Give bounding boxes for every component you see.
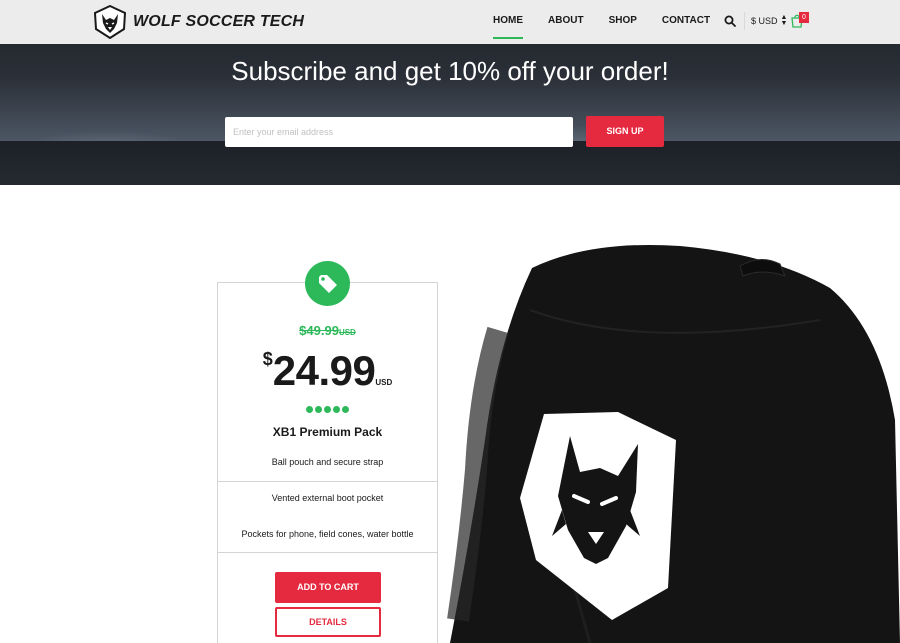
price-tag-icon <box>318 274 337 293</box>
price-currency: USD <box>375 378 393 387</box>
rating-dot-icon <box>306 406 313 413</box>
email-input[interactable] <box>225 117 573 147</box>
old-price-currency: USD <box>338 328 356 337</box>
pricing-card: $49.99USD $24.99USD XB1 Premium Pack Bal… <box>217 282 438 643</box>
rating-dots <box>218 400 437 418</box>
nav-shop[interactable]: SHOP <box>609 0 637 44</box>
wolf-logo-icon <box>93 5 127 39</box>
old-price-amount: $49.99 <box>299 323 339 338</box>
price-symbol: $ <box>262 349 273 369</box>
divider <box>218 481 437 482</box>
old-price: $49.99USD <box>218 323 437 338</box>
tag-badge <box>305 261 350 306</box>
currency-arrows-icon: ▲ ▼ <box>780 14 788 27</box>
current-price: $24.99USD <box>218 347 437 395</box>
nav-about[interactable]: ABOUT <box>548 0 584 44</box>
nav-home[interactable]: HOME <box>493 0 523 44</box>
rating-dot-icon <box>315 406 322 413</box>
brand-name: WOLF SOCCER TECH <box>133 13 305 30</box>
rating-dot-icon <box>342 406 349 413</box>
divider <box>218 552 437 553</box>
currency-label: $ USD <box>751 16 778 26</box>
page: WOLF SOCCER TECH HOME ABOUT SHOP CONTACT… <box>0 0 900 643</box>
site-header: WOLF SOCCER TECH HOME ABOUT SHOP CONTACT… <box>0 0 900 44</box>
add-to-cart-button[interactable]: ADD TO CART <box>275 572 381 603</box>
signup-button[interactable]: SIGN UP <box>586 116 664 147</box>
product-name: XB1 Premium Pack <box>272 425 383 439</box>
rating-dot-icon <box>324 406 331 413</box>
feature-item: Ball pouch and secure strap <box>271 457 384 467</box>
search-icon[interactable] <box>724 15 736 27</box>
nav-contact[interactable]: CONTACT <box>662 0 710 44</box>
cart-count-badge: 0 <box>799 12 809 23</box>
subscribe-banner: Subscribe and get 10% off your order! SI… <box>0 44 900 185</box>
currency-selector[interactable]: $ USD ▲ ▼ <box>744 12 787 30</box>
logo[interactable]: WOLF SOCCER TECH <box>93 5 304 39</box>
main-nav: HOME ABOUT SHOP CONTACT <box>480 0 710 44</box>
product-image-backpack <box>447 244 900 643</box>
rating-dot-icon <box>333 406 340 413</box>
feature-item: Pockets for phone, field cones, water bo… <box>241 529 414 539</box>
feature-item: Vented external boot pocket <box>271 493 384 503</box>
price-amount: 24.99 <box>272 347 376 394</box>
details-button[interactable]: DETAILS <box>275 607 381 637</box>
subscribe-title: Subscribe and get 10% off your order! <box>231 56 669 86</box>
